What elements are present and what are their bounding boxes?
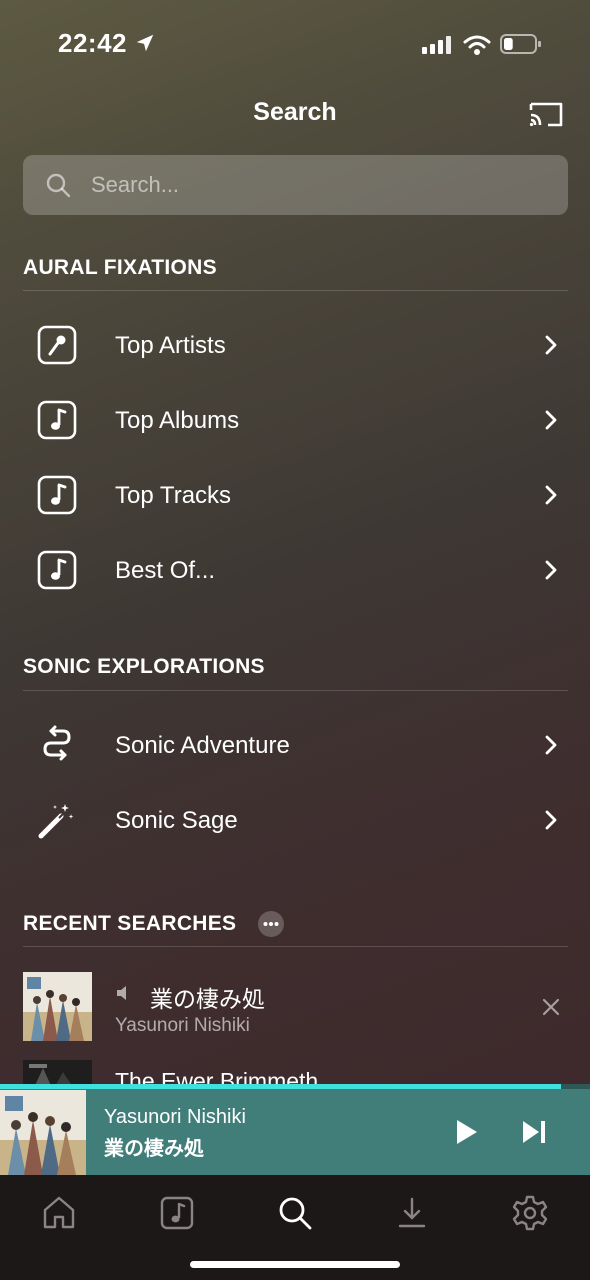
progress-fill bbox=[0, 1084, 561, 1089]
divider bbox=[23, 690, 568, 691]
nav-row-top-tracks[interactable]: Top Tracks bbox=[23, 460, 568, 530]
progress-track bbox=[0, 1084, 590, 1089]
divider bbox=[23, 290, 568, 291]
chevron-right-icon bbox=[545, 735, 557, 755]
album-art bbox=[23, 972, 92, 1041]
section-title-recent-searches: RECENT SEARCHES bbox=[23, 912, 237, 935]
search-icon bbox=[46, 173, 71, 198]
status-time: 22:42 bbox=[58, 28, 127, 58]
microphone-icon bbox=[37, 325, 77, 365]
now-playing-bar[interactable]: Yasunori Nishiki 業の棲み処 bbox=[0, 1084, 590, 1175]
search-input[interactable] bbox=[91, 155, 551, 215]
section-title-aural-fixations: AURAL FIXATIONS bbox=[23, 256, 217, 279]
speaker-icon bbox=[117, 986, 126, 1000]
row-label: Top Albums bbox=[115, 407, 240, 434]
home-indicator bbox=[190, 1261, 400, 1268]
cast-icon[interactable] bbox=[528, 100, 564, 128]
close-icon[interactable] bbox=[542, 998, 560, 1016]
magic-wand-icon bbox=[38, 804, 74, 839]
nav-row-sonic-adventure[interactable]: Sonic Adventure bbox=[23, 710, 568, 780]
now-playing-artist: Yasunori Nishiki bbox=[104, 1106, 246, 1128]
music-note-icon bbox=[37, 400, 77, 440]
music-note-icon bbox=[37, 475, 77, 515]
play-button[interactable] bbox=[452, 1118, 480, 1146]
chevron-right-icon bbox=[545, 410, 557, 430]
status-bar: 22:42 bbox=[0, 0, 590, 80]
row-label: Sonic Adventure bbox=[115, 732, 290, 759]
recent-item-subtitle: Yasunori Nishiki bbox=[115, 1015, 250, 1036]
page-title: Search bbox=[253, 98, 337, 126]
location-arrow-icon bbox=[136, 34, 154, 52]
music-note-icon bbox=[37, 550, 77, 590]
battery-icon bbox=[500, 34, 541, 54]
nav-row-best-of[interactable]: Best Of... bbox=[23, 535, 568, 605]
wifi-icon bbox=[463, 35, 491, 55]
row-label: Best Of... bbox=[115, 557, 216, 584]
route-arrows-icon bbox=[43, 725, 71, 761]
nav-row-top-albums[interactable]: Top Albums bbox=[23, 385, 568, 455]
chevron-right-icon bbox=[545, 335, 557, 355]
library-icon[interactable] bbox=[157, 1193, 197, 1233]
home-icon[interactable] bbox=[39, 1193, 79, 1233]
chevron-right-icon bbox=[545, 560, 557, 580]
now-playing-title: 業の棲み処 bbox=[104, 1138, 204, 1160]
row-label: Top Tracks bbox=[115, 482, 232, 509]
cellular-signal-icon bbox=[422, 36, 451, 54]
search-bar[interactable] bbox=[23, 155, 568, 215]
nav-row-sonic-sage[interactable]: Sonic Sage bbox=[23, 785, 568, 855]
search-icon[interactable] bbox=[275, 1193, 315, 1233]
nav-row-top-artists[interactable]: Top Artists bbox=[23, 310, 568, 380]
row-label: Sonic Sage bbox=[115, 807, 238, 834]
chevron-right-icon bbox=[545, 485, 557, 505]
chevron-right-icon bbox=[545, 810, 557, 830]
settings-icon[interactable] bbox=[510, 1193, 550, 1233]
divider bbox=[23, 946, 568, 947]
skip-next-button[interactable] bbox=[520, 1118, 548, 1146]
now-playing-album-art bbox=[0, 1090, 86, 1175]
recent-item-title: 業の棲み処 bbox=[150, 986, 265, 1012]
recent-search-item[interactable]: 業の棲み処 Yasunori Nishiki bbox=[23, 972, 568, 1042]
row-label: Top Artists bbox=[115, 332, 226, 359]
section-title-sonic-explorations: SONIC EXPLORATIONS bbox=[23, 655, 265, 678]
more-options-icon[interactable] bbox=[258, 911, 284, 937]
downloads-icon[interactable] bbox=[392, 1193, 432, 1233]
